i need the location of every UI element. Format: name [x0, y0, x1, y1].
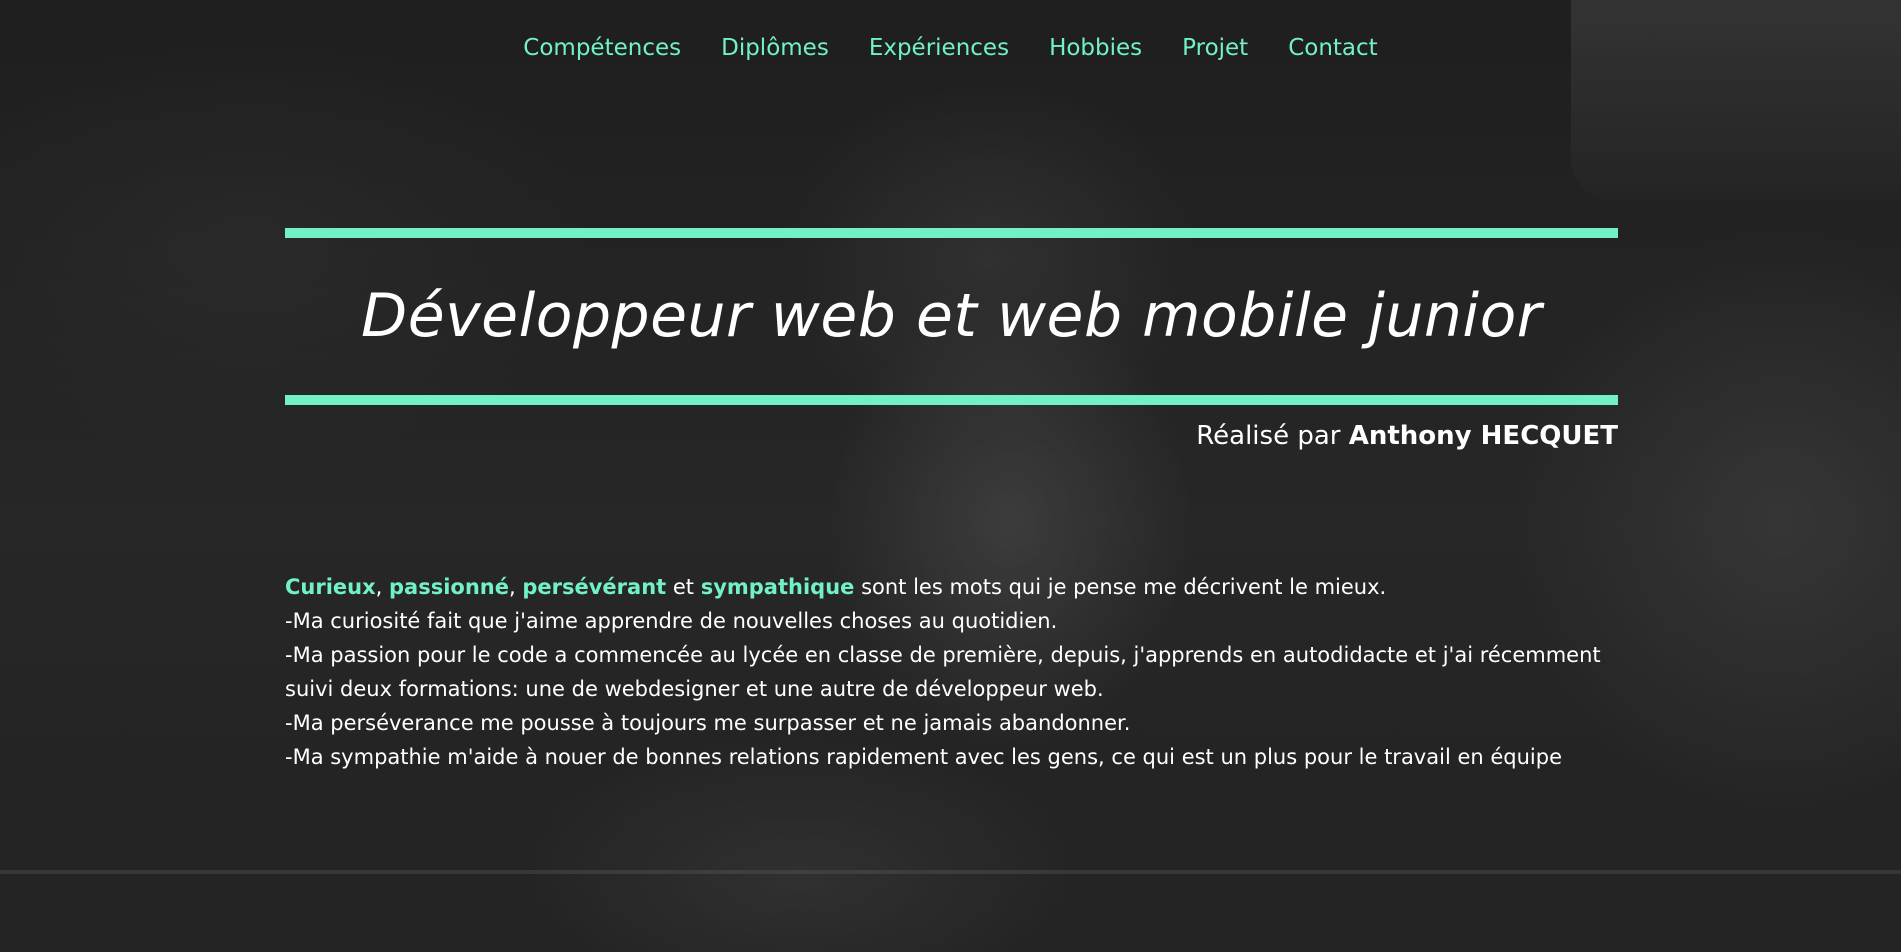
nav-link-hobbies[interactable]: Hobbies [1049, 30, 1142, 66]
keyword-passionne: passionné [389, 575, 509, 599]
background-dim-overlay [0, 0, 1901, 952]
hero-section: Développeur web et web mobile junior Réa… [285, 228, 1618, 453]
hero-top-rule [285, 228, 1618, 238]
intro-lead: Curieux, passionné, persévérant et sympa… [285, 570, 1618, 604]
intro-line-perseverance: -Ma perséverance me pousse à toujours me… [285, 711, 1131, 735]
hero-bottom-rule [285, 395, 1618, 405]
intro-section: Curieux, passionné, persévérant et sympa… [285, 570, 1618, 774]
page-title: Développeur web et web mobile junior [361, 281, 1542, 351]
nav-link-projet[interactable]: Projet [1182, 30, 1248, 66]
author-byline: Réalisé par Anthony HECQUET [285, 419, 1618, 453]
author-name: Anthony HECQUET [1348, 421, 1618, 451]
nav-link-competences[interactable]: Compétences [523, 30, 681, 66]
byline-prefix: Réalisé par [1196, 421, 1349, 451]
intro-line-passion: -Ma passion pour le code a commencée au … [285, 643, 1601, 701]
separator: , [509, 575, 523, 599]
nav-link-contact[interactable]: Contact [1288, 30, 1377, 66]
nav-link-diplomes[interactable]: Diplômes [721, 30, 829, 66]
intro-line-curiosite: -Ma curiosité fait que j'aime apprendre … [285, 609, 1058, 633]
intro-lead-rest: sont les mots qui je pense me décrivent … [854, 575, 1387, 599]
intro-line-sympathie: -Ma sympathie m'aide à nouer de bonnes r… [285, 745, 1563, 769]
separator-et: et [666, 575, 701, 599]
keyword-perseverant: persévérant [522, 575, 667, 599]
separator: , [375, 575, 390, 599]
main-navigation: Compétences Diplômes Expériences Hobbies… [0, 30, 1901, 66]
keyword-sympathique: sympathique [700, 575, 855, 599]
nav-link-experiences[interactable]: Expériences [869, 30, 1009, 66]
keyword-curieux: Curieux [285, 575, 376, 599]
